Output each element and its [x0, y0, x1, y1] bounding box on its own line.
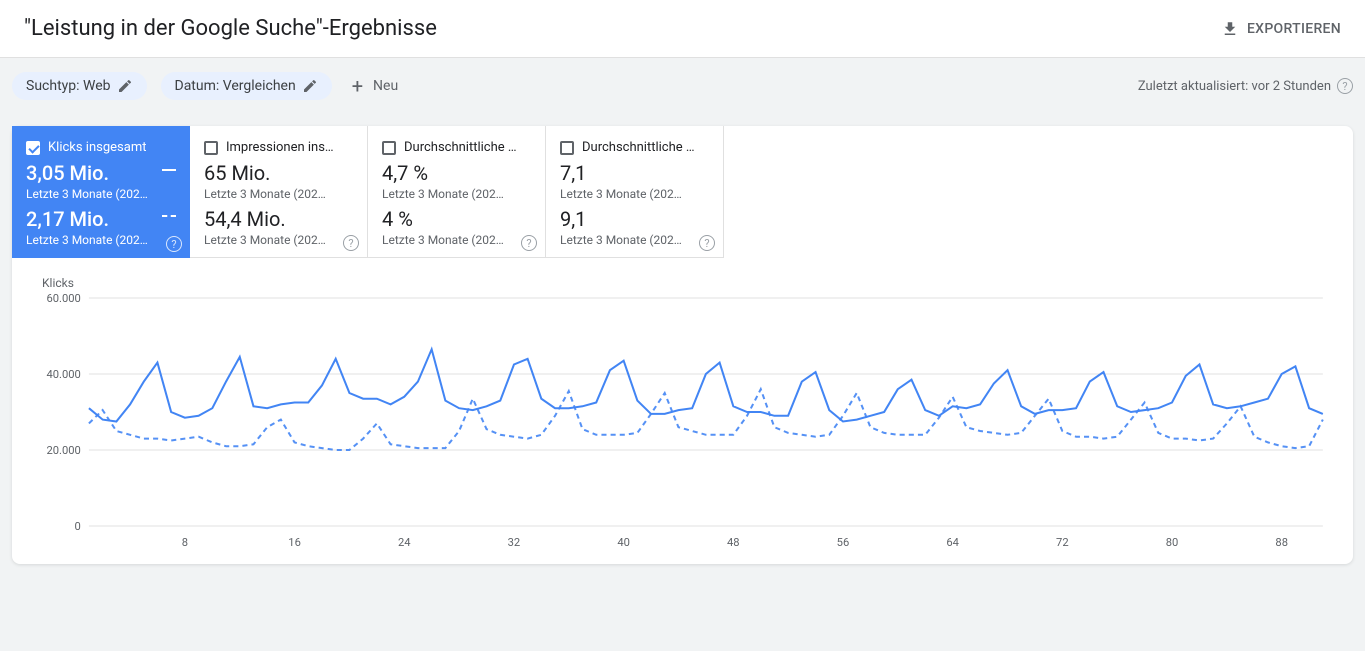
- last-updated-text: Zuletzt aktualisiert: vor 2 Stunden: [1138, 79, 1331, 94]
- svg-text:80: 80: [1166, 536, 1179, 549]
- add-filter-label: Neu: [373, 78, 398, 94]
- metric-period-current: Letzte 3 Monate (202…: [382, 187, 522, 201]
- metric-checkbox: [560, 141, 574, 155]
- metric-value-current: 65 Mio.: [204, 161, 353, 185]
- metric-period-compare: Letzte 3 Monate (202…: [26, 233, 166, 247]
- svg-text:20.000: 20.000: [46, 444, 80, 457]
- filter-chip-search-type[interactable]: Suchtyp: Web: [12, 72, 147, 100]
- metric-value-compare: 2,17 Mio.: [26, 207, 176, 231]
- metric-period-current: Letzte 3 Monate (202…: [204, 187, 344, 201]
- chart-y-label: Klicks: [42, 276, 1333, 290]
- metric-value-current: 4,7 %: [382, 161, 531, 185]
- filter-chip-date[interactable]: Datum: Vergleichen: [161, 72, 332, 100]
- plus-icon: +: [352, 74, 363, 98]
- last-updated: Zuletzt aktualisiert: vor 2 Stunden ?: [1138, 78, 1353, 94]
- series-dashed: [89, 389, 1323, 450]
- help-icon[interactable]: ?: [166, 236, 182, 252]
- clicks-line-chart: 0 20.000 40.000 60.000 8 16 24 32 40 48 56 64 72 80 88: [32, 294, 1333, 550]
- metric-checkbox: [26, 141, 40, 155]
- edit-icon: [117, 78, 133, 94]
- svg-text:32: 32: [508, 536, 521, 549]
- metric-title: Impressionen ins…: [226, 140, 334, 155]
- metric-period-compare: Letzte 3 Monate (202…: [560, 233, 700, 247]
- metric-period-compare: Letzte 3 Monate (202…: [382, 233, 522, 247]
- metric-card-2[interactable]: Durchschnittliche … 4,7 % Letzte 3 Monat…: [368, 126, 546, 258]
- metric-title: Klicks insgesamt: [48, 140, 146, 155]
- svg-text:24: 24: [398, 536, 411, 549]
- metric-value-compare: 54,4 Mio.: [204, 207, 353, 231]
- legend-line-dashed: [162, 215, 176, 217]
- legend-line-solid: [162, 169, 176, 171]
- edit-icon: [302, 78, 318, 94]
- svg-text:0: 0: [75, 520, 81, 533]
- help-icon[interactable]: ?: [699, 235, 715, 251]
- svg-text:16: 16: [288, 536, 301, 549]
- help-icon[interactable]: ?: [1337, 78, 1353, 94]
- export-label: EXPORTIEREN: [1247, 21, 1341, 37]
- metric-title: Durchschnittliche …: [582, 140, 695, 155]
- metric-card-3[interactable]: Durchschnittliche … 7,1 Letzte 3 Monate …: [546, 126, 724, 258]
- chip-label: Datum: Vergleichen: [175, 78, 296, 94]
- metric-value-current: 7,1: [560, 161, 709, 185]
- metric-checkbox: [382, 141, 396, 155]
- help-icon[interactable]: ?: [521, 235, 537, 251]
- metric-value-compare: 9,1: [560, 207, 709, 231]
- svg-text:40.000: 40.000: [46, 368, 80, 381]
- metric-checkbox: [204, 141, 218, 155]
- metric-card-0[interactable]: Klicks insgesamt 3,05 Mio. Letzte 3 Mona…: [12, 126, 190, 258]
- metric-period-compare: Letzte 3 Monate (202…: [204, 233, 344, 247]
- metric-value-current: 3,05 Mio.: [26, 161, 176, 185]
- page-title: "Leistung in der Google Suche"-Ergebniss…: [24, 16, 437, 41]
- metric-value-compare: 4 %: [382, 207, 531, 231]
- svg-text:8: 8: [182, 536, 188, 549]
- svg-text:60.000: 60.000: [46, 294, 80, 305]
- svg-text:64: 64: [946, 536, 959, 549]
- metric-period-current: Letzte 3 Monate (202…: [26, 187, 166, 201]
- help-icon[interactable]: ?: [343, 235, 359, 251]
- svg-text:48: 48: [727, 536, 740, 549]
- download-icon: [1221, 20, 1239, 38]
- metric-title: Durchschnittliche …: [404, 140, 517, 155]
- metric-card-1[interactable]: Impressionen ins… 65 Mio. Letzte 3 Monat…: [190, 126, 368, 258]
- metric-period-current: Letzte 3 Monate (202…: [560, 187, 700, 201]
- export-button[interactable]: EXPORTIEREN: [1221, 20, 1341, 38]
- svg-text:88: 88: [1275, 536, 1288, 549]
- svg-text:40: 40: [617, 536, 630, 549]
- add-filter-button[interactable]: + Neu: [346, 74, 399, 98]
- svg-text:56: 56: [837, 536, 850, 549]
- svg-text:72: 72: [1056, 536, 1069, 549]
- chip-label: Suchtyp: Web: [26, 78, 111, 94]
